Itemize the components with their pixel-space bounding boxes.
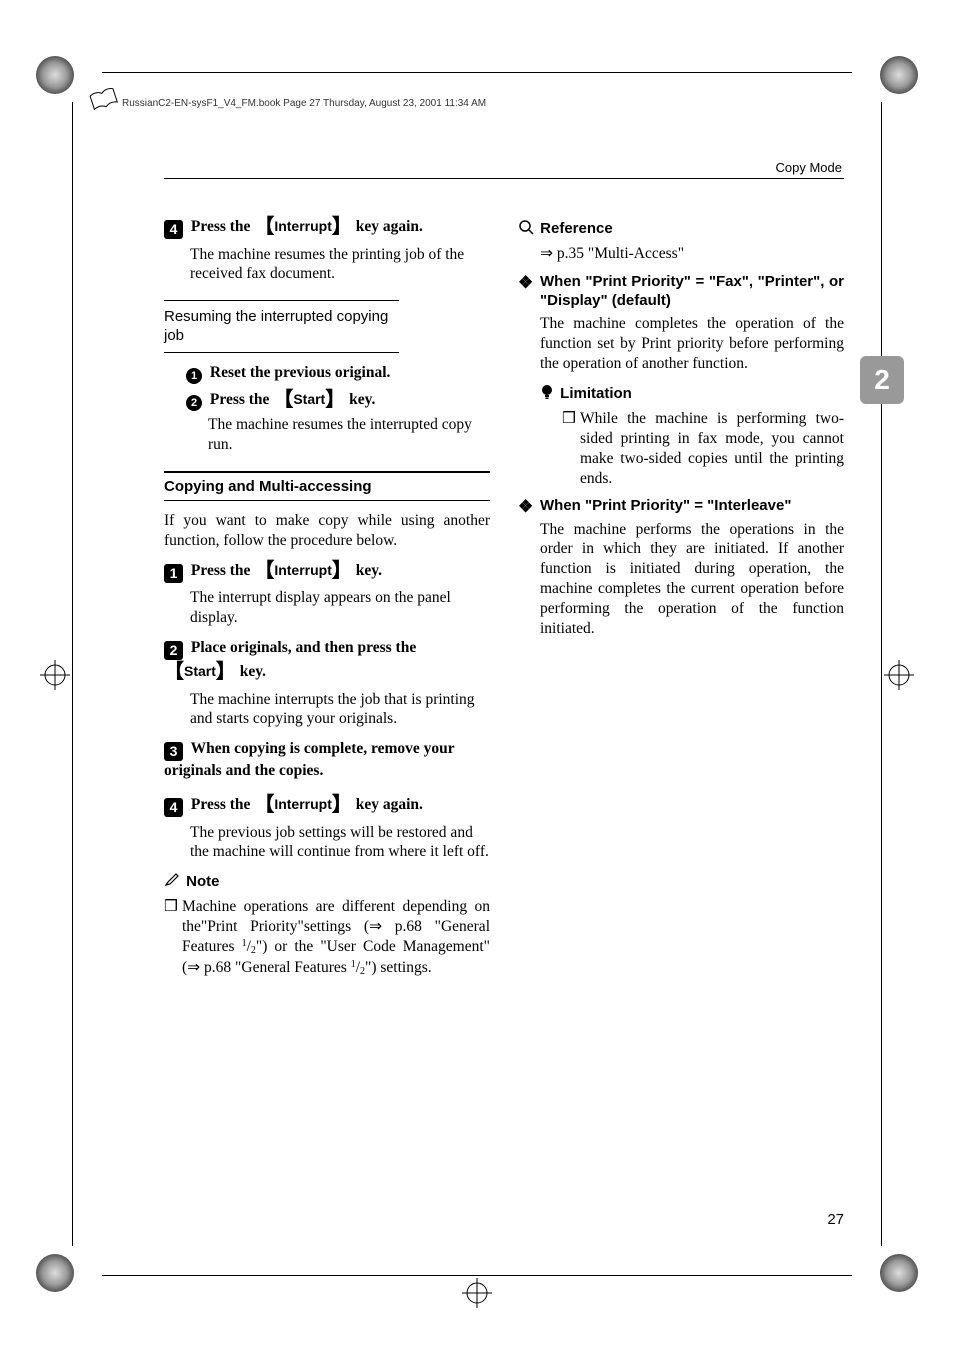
magnify-icon: [518, 219, 534, 240]
page-number: 27: [827, 1211, 844, 1228]
reference-item: ⇒ p.35 "Multi-Access": [540, 244, 844, 264]
substep-2-body: The machine resumes the interrupted copy…: [208, 415, 490, 455]
crop-mark-bl: [36, 1254, 74, 1292]
b-step-1-body: The interrupt display appears on the pan…: [190, 588, 490, 628]
registration-mark-right: [884, 660, 914, 690]
note-heading: Note: [164, 872, 490, 893]
note-item: Machine operations are different dependi…: [182, 897, 490, 978]
b-step-1: 1 Press the 【Interrupt】 key.: [164, 559, 490, 585]
step-number-icon: 4: [164, 798, 183, 817]
running-head: Copy Mode: [776, 160, 844, 175]
imposition-header: RussianC2-EN-sysF1_V4_FM.book Page 27 Th…: [122, 98, 486, 109]
step-number-icon: 4: [164, 220, 183, 239]
b-step-2: 2 Place originals, and then press the 【S…: [164, 638, 490, 686]
right-column: Reference ⇒ p.35 "Multi-Access" When "Pr…: [518, 209, 844, 985]
diamond-heading-2: When "Print Priority" = "Interleave": [518, 496, 844, 515]
limitation-heading: Limitation: [540, 384, 844, 405]
diamond-body-1: The machine completes the operation of t…: [540, 314, 844, 373]
circled-number-icon: 1: [186, 368, 202, 384]
pencil-icon: [164, 872, 180, 893]
limitation-item: While the machine is performing two-side…: [580, 409, 844, 488]
step-4a-body: The machine resumes the printing job of …: [190, 245, 490, 285]
b-step-3: 3 When copying is complete, remove your …: [164, 739, 490, 781]
step-number-icon: 3: [164, 742, 183, 761]
bulb-icon: [540, 384, 554, 405]
registration-mark-left: [40, 660, 70, 690]
crop-mark-tl: [36, 56, 74, 94]
b-step-2-body: The machine interrupts the job that is p…: [190, 690, 490, 730]
step-number-icon: 2: [164, 641, 183, 660]
diamond-heading-1: When "Print Priority" = "Fax", "Printer"…: [518, 272, 844, 310]
step-number-icon: 1: [164, 564, 183, 583]
diamond-body-2: The machine performs the operations in t…: [540, 520, 844, 639]
crop-mark-tr: [880, 56, 918, 94]
b-step-4-body: The previous job settings will be restor…: [190, 823, 490, 863]
resume-heading: Resuming the interrupted copying job: [164, 300, 399, 352]
registration-mark-bottom: [462, 1278, 492, 1308]
circled-number-icon: 2: [186, 395, 202, 411]
b-step-4: 4 Press the 【Interrupt】 key again.: [164, 793, 490, 819]
section-heading: Copying and Multi-accessing: [164, 471, 490, 501]
step-4a: 4 Press the 【Interrupt】 key again.: [164, 215, 490, 241]
reference-heading: Reference: [518, 219, 844, 240]
crop-mark-br: [880, 1254, 918, 1292]
intro-para: If you want to make copy while using ano…: [164, 511, 490, 551]
substep-1: 1 Reset the previous original.: [186, 363, 490, 384]
chapter-tab: 2: [860, 356, 904, 404]
left-column: 4 Press the 【Interrupt】 key again. The m…: [164, 209, 490, 985]
substep-2: 2 Press the 【Start】 key.: [186, 388, 490, 414]
